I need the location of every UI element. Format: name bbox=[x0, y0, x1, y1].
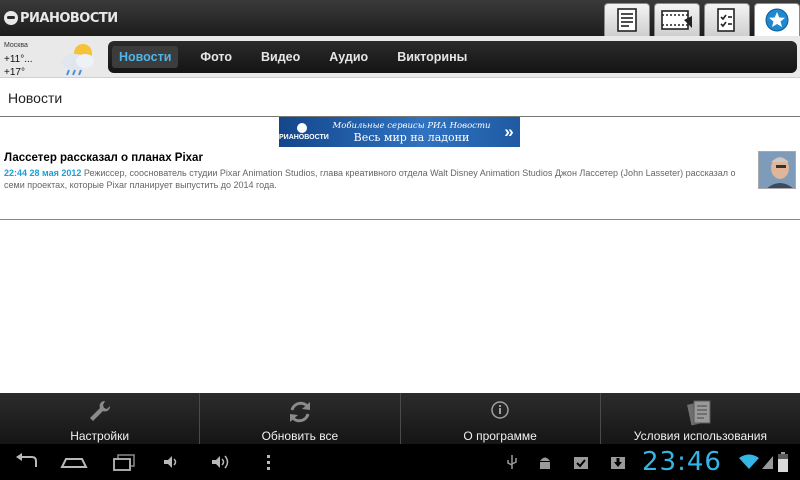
download-icon bbox=[611, 457, 625, 469]
article-summary[interactable]: 22:44 28 мая 2012 Режиссер, сооснователь… bbox=[4, 167, 749, 191]
section-nav: Новости Фото Видео Аудио Викторины bbox=[108, 41, 797, 73]
refresh-all-label: Обновить все bbox=[261, 429, 339, 443]
article-title[interactable]: Лассетер рассказал о планах Pixar bbox=[4, 152, 203, 164]
settings-label: Настройки bbox=[70, 429, 130, 443]
promo-banner[interactable]: РИАНОВОСТИ Мобильные сервисы РИА Новости… bbox=[279, 117, 520, 147]
download-done-icon bbox=[574, 457, 588, 469]
favorites-star-icon bbox=[765, 8, 789, 32]
chevron-right-icon: » bbox=[504, 122, 514, 141]
nav-photo[interactable]: Фото bbox=[193, 46, 239, 68]
volume-down-icon[interactable] bbox=[162, 453, 180, 471]
wifi-icon bbox=[739, 454, 759, 469]
refresh-icon bbox=[289, 401, 310, 423]
quiz-checklist-icon bbox=[717, 8, 735, 32]
partly-cloudy-rain-icon bbox=[62, 44, 94, 76]
terms-of-use-button[interactable]: Условия использования bbox=[601, 393, 800, 444]
documents-icon bbox=[687, 400, 711, 426]
about-label: О программе bbox=[463, 429, 537, 443]
weather-widget[interactable]: Москва +11°... +17° bbox=[3, 40, 103, 78]
page-title: Новости bbox=[8, 90, 63, 106]
nav-video[interactable]: Видео bbox=[254, 46, 307, 68]
weather-city: Москва bbox=[4, 42, 28, 49]
tab-video[interactable] bbox=[654, 3, 700, 36]
battery-icon bbox=[778, 452, 788, 472]
ria-logo: РИАНОВОСТИ bbox=[4, 9, 118, 27]
menu-dots-icon[interactable] bbox=[264, 453, 272, 471]
article-thumbnail[interactable] bbox=[758, 151, 796, 189]
banner-line1: Мобильные сервисы РИА Новости bbox=[332, 120, 491, 131]
refresh-all-button[interactable]: Обновить все bbox=[200, 393, 401, 444]
person-photo-icon bbox=[759, 152, 795, 188]
banner-line2: Весь мир на ладони bbox=[353, 130, 470, 144]
recent-apps-icon[interactable] bbox=[112, 453, 136, 471]
tab-quiz[interactable] bbox=[704, 3, 750, 36]
top-tab-bar bbox=[600, 3, 800, 36]
wrench-icon bbox=[89, 400, 110, 421]
nav-news[interactable]: Новости bbox=[112, 46, 179, 68]
status-clock: 23:46 bbox=[642, 447, 722, 477]
back-icon[interactable] bbox=[14, 453, 40, 471]
volume-up-icon[interactable] bbox=[210, 453, 232, 471]
logo-text: РИАНОВОСТИ bbox=[20, 10, 118, 26]
tab-news[interactable] bbox=[604, 3, 650, 36]
signal-icon bbox=[762, 456, 773, 469]
divider bbox=[0, 219, 800, 220]
info-icon bbox=[491, 401, 509, 419]
tab-favorites[interactable] bbox=[754, 3, 800, 36]
ria-logo-icon bbox=[4, 11, 18, 25]
settings-button[interactable]: Настройки bbox=[0, 393, 201, 444]
banner-logo-text: РИАНОВОСТИ bbox=[279, 134, 329, 141]
nav-quizzes[interactable]: Викторины bbox=[390, 46, 474, 68]
app-header: РИАНОВОСТИ bbox=[0, 0, 800, 36]
weather-temp-low: +17° bbox=[4, 67, 25, 78]
weather-temp-high: +11°... bbox=[4, 54, 33, 65]
home-icon[interactable] bbox=[60, 453, 88, 471]
nav-row: Москва +11°... +17° Новости Фото Видео А… bbox=[0, 36, 800, 78]
news-list-icon bbox=[617, 8, 637, 32]
nav-audio[interactable]: Аудио bbox=[322, 46, 375, 68]
banner-text: Мобильные сервисы РИА Новости Весь мир н… bbox=[325, 121, 498, 144]
terms-of-use-label: Условия использования bbox=[633, 429, 767, 443]
action-bar: Настройки Обновить все О программе Услов… bbox=[0, 393, 800, 444]
article-text: Режиссер, сооснователь студии Pixar Anim… bbox=[4, 168, 736, 190]
banner-logo-icon bbox=[297, 123, 307, 133]
android-debug-icon bbox=[540, 457, 550, 469]
banner-logo: РИАНОВОСТИ bbox=[279, 123, 329, 141]
system-bar: 23:46 bbox=[0, 444, 800, 480]
video-film-icon bbox=[661, 10, 692, 30]
article-date: 22:44 28 мая 2012 bbox=[4, 168, 82, 178]
usb-icon bbox=[507, 455, 517, 469]
about-button[interactable]: О программе bbox=[401, 393, 601, 444]
